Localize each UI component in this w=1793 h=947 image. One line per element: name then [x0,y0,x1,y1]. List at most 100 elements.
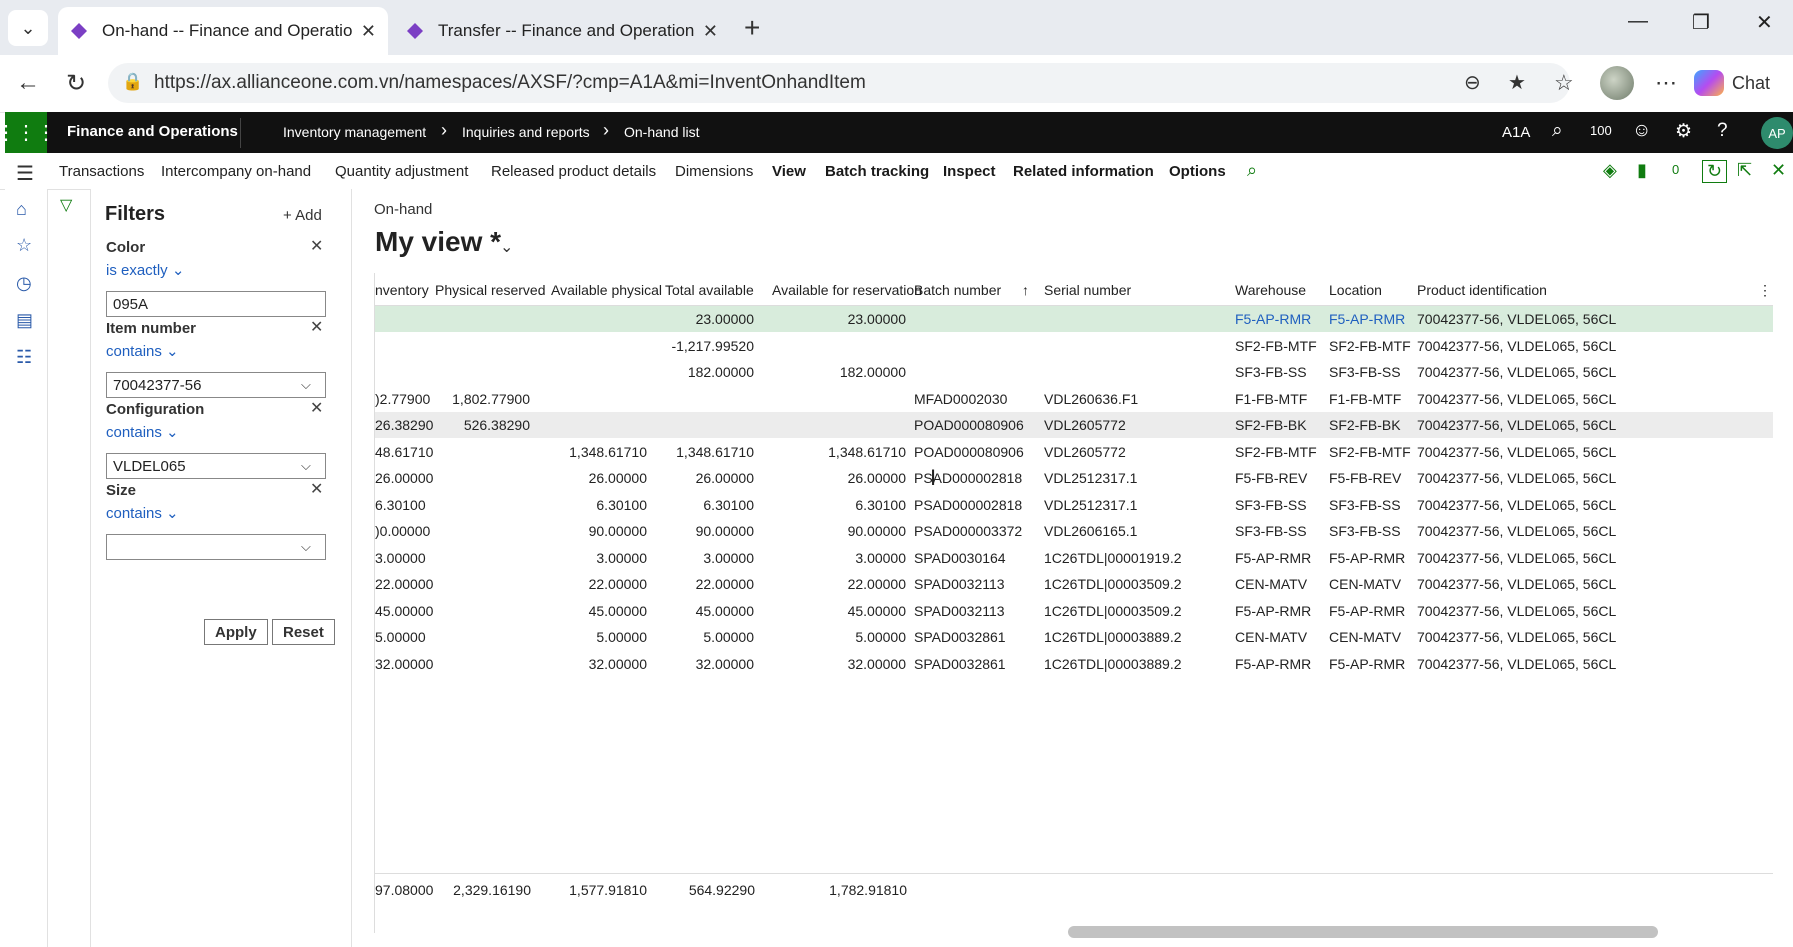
action-transactions[interactable]: Transactions [59,163,144,180]
reset-button[interactable]: Reset [272,619,335,645]
breadcrumb-inquiries-reports[interactable]: Inquiries and reports [462,124,590,140]
dropdown-chevron-icon[interactable]: ⌵ [301,377,311,393]
attachments-badge-icon[interactable]: 0 [1672,162,1679,177]
table-row[interactable]: )2.77900 1,802.77900 MFAD0002030 VDL260636.… [375,386,1773,412]
action-related-information[interactable]: Related information [1013,163,1154,180]
user-avatar[interactable]: AP [1761,117,1793,149]
action-quantity-adjustment[interactable]: Quantity adjustment [335,163,468,180]
configuration-filter-input[interactable] [106,453,326,479]
browser-profile-avatar[interactable] [1600,66,1634,100]
action-inspect[interactable]: Inspect [943,163,996,180]
remove-filter-icon[interactable]: ✕ [310,236,323,256]
action-released-product-details[interactable]: Released product details [491,163,656,180]
col-location-cell[interactable]: F5-AP-RMR [1329,311,1405,327]
action-intercompany-onhand[interactable]: Intercompany on-hand [161,163,311,180]
col-serial-number-header[interactable]: Serial number [1044,282,1131,298]
remove-filter-icon[interactable]: ✕ [310,398,323,418]
power-apps-icon[interactable]: ◈ [1603,160,1617,181]
settings-gear-icon[interactable]: ⚙ [1675,120,1692,143]
filter-op-configuration[interactable]: contains ⌄ [106,423,179,441]
apply-button[interactable]: Apply [204,619,268,645]
breadcrumb-onhand-list[interactable]: On-hand list [624,124,699,140]
recent-clock-icon[interactable]: ◷ [16,273,32,294]
col-physical-reserved-header[interactable]: Physical reserved [435,282,546,298]
column-options-icon[interactable]: ⋮ [1758,282,1772,299]
app-name[interactable]: Finance and Operations [67,123,238,140]
modules-list-icon[interactable]: ☷ [16,347,32,368]
col-total-available-header[interactable]: Total available [665,282,754,298]
table-row[interactable]: 45.00000 45.00000 45.00000 45.00000 SPAD0032… [375,598,1773,624]
close-page-icon[interactable]: ✕ [1771,160,1786,181]
close-window-icon[interactable]: ✕ [1756,10,1773,35]
dropdown-chevron-icon[interactable]: ⌵ [301,539,311,555]
col-warehouse-header[interactable]: Warehouse [1235,282,1306,298]
remove-filter-icon[interactable]: ✕ [310,317,323,337]
sort-ascending-icon[interactable]: ↑ [1022,282,1029,298]
home-icon[interactable]: ⌂ [16,199,27,220]
table-row[interactable]: )0.00000 90.00000 90.00000 90.00000 PSAD0000… [375,518,1773,544]
action-view[interactable]: View [772,163,806,180]
add-filter-button[interactable]: + Add [283,207,322,224]
table-row[interactable]: 23.00000 23.00000 F5-AP-RMR F5-AP-RMR 700423… [375,306,1773,332]
url-bar[interactable]: 🔒 https://ax.allianceone.com.vn/namespac… [108,63,1570,103]
col-warehouse-cell[interactable]: F5-AP-RMR [1235,311,1311,327]
close-tab-icon[interactable]: ✕ [361,21,376,42]
filter-op-item-number[interactable]: contains ⌄ [106,342,179,360]
minimize-icon[interactable]: — [1628,10,1648,33]
browser-tab-transfer[interactable]: Transfer -- Finance and Operations ✕ [394,7,730,55]
more-menu-icon[interactable]: ⋯ [1655,70,1677,96]
col-location-header[interactable]: Location [1329,282,1382,298]
filter-funnel-icon[interactable]: ▽ [60,195,72,215]
filter-op-size[interactable]: contains ⌄ [106,504,179,522]
horizontal-scrollbar[interactable] [1068,926,1658,938]
favorites-star-icon[interactable]: ☆ [16,235,32,256]
item-number-filter-input[interactable] [106,372,326,398]
action-search-icon[interactable]: ⌕ [1247,160,1257,181]
app-launcher-waffle-icon[interactable]: ⋮⋮⋮ [0,112,56,153]
table-row[interactable]: -1,217.99520 SF2-FB-MTF SF2-FB-MTF 70042377… [375,333,1773,359]
new-tab-plus-icon[interactable]: + [744,12,760,44]
breadcrumb-inventory-management[interactable]: Inventory management [283,124,426,140]
notifications-icon[interactable]: 100 [1590,123,1612,138]
table-row[interactable]: 48.61710 1,348.61710 1,348.61710 1,348.6171… [375,439,1773,465]
col-inventory-header[interactable]: nventory [375,282,429,298]
table-row[interactable]: 26.38290 526.38290 POAD000080906 VDL2605772… [375,412,1773,438]
office-excel-icon[interactable]: ▮ [1637,160,1647,181]
search-icon[interactable]: ⌕ [1552,120,1563,142]
table-row[interactable]: 32.00000 32.00000 32.00000 32.00000 SPAD0032… [375,651,1773,677]
copilot-chat-button[interactable]: Chat [1694,65,1770,101]
table-row[interactable]: 5.00000 5.00000 5.00000 5.00000 SPAD0032861 1… [375,624,1773,650]
table-row[interactable]: 22.00000 22.00000 22.00000 22.00000 SPAD0032… [375,571,1773,597]
feedback-smiley-icon[interactable]: ☺ [1632,120,1651,142]
col-available-for-reservation-header[interactable]: Available for reservation [772,282,922,298]
view-chevron-down-icon[interactable]: ⌄ [500,237,513,257]
restore-icon[interactable]: ❐ [1692,10,1710,35]
action-batch-tracking[interactable]: Batch tracking [825,163,929,180]
company-picker[interactable]: A1A [1502,124,1530,141]
zoom-out-icon[interactable]: ⊖ [1464,70,1481,95]
tab-actions-chevron-icon[interactable]: ⌄ [8,10,48,46]
table-row[interactable]: 6.30100 6.30100 6.30100 6.30100 PSAD00000281… [375,492,1773,518]
table-row[interactable]: 26.00000 26.00000 26.00000 26.00000 PSAD0000… [375,465,1773,491]
size-filter-input[interactable] [106,534,326,560]
refresh-page-icon[interactable]: ↻ [1702,160,1728,183]
open-new-window-icon[interactable]: ⇱ [1737,160,1752,181]
dropdown-chevron-icon[interactable]: ⌵ [301,458,311,474]
action-dimensions[interactable]: Dimensions [675,163,753,180]
help-icon[interactable]: ? [1717,120,1728,142]
remove-filter-icon[interactable]: ✕ [310,479,323,499]
back-arrow-icon[interactable]: ← [16,69,40,97]
nav-menu-hamburger-icon[interactable]: ☰ [16,161,34,186]
col-batch-number-header[interactable]: Batch number [914,282,1001,298]
favorite-star-icon[interactable]: ★ [1508,70,1526,95]
filter-op-color[interactable]: is exactly ⌄ [106,261,184,279]
browser-tab-onhand[interactable]: On-hand -- Finance and Operations ✕ [58,7,388,55]
close-tab-icon[interactable]: ✕ [703,21,718,42]
action-options[interactable]: Options [1169,163,1226,180]
table-row[interactable]: 182.00000 182.00000 SF3-FB-SS SF3-FB-SS 7004… [375,359,1773,385]
favorites-list-icon[interactable]: ☆ [1554,70,1574,96]
workspaces-icon[interactable]: ▤ [16,310,33,331]
view-selector-title[interactable]: My view * [375,226,501,258]
col-available-physical-header[interactable]: Available physical [551,282,662,298]
table-row[interactable]: 3.00000 3.00000 3.00000 3.00000 SPAD0030164 1… [375,545,1773,571]
